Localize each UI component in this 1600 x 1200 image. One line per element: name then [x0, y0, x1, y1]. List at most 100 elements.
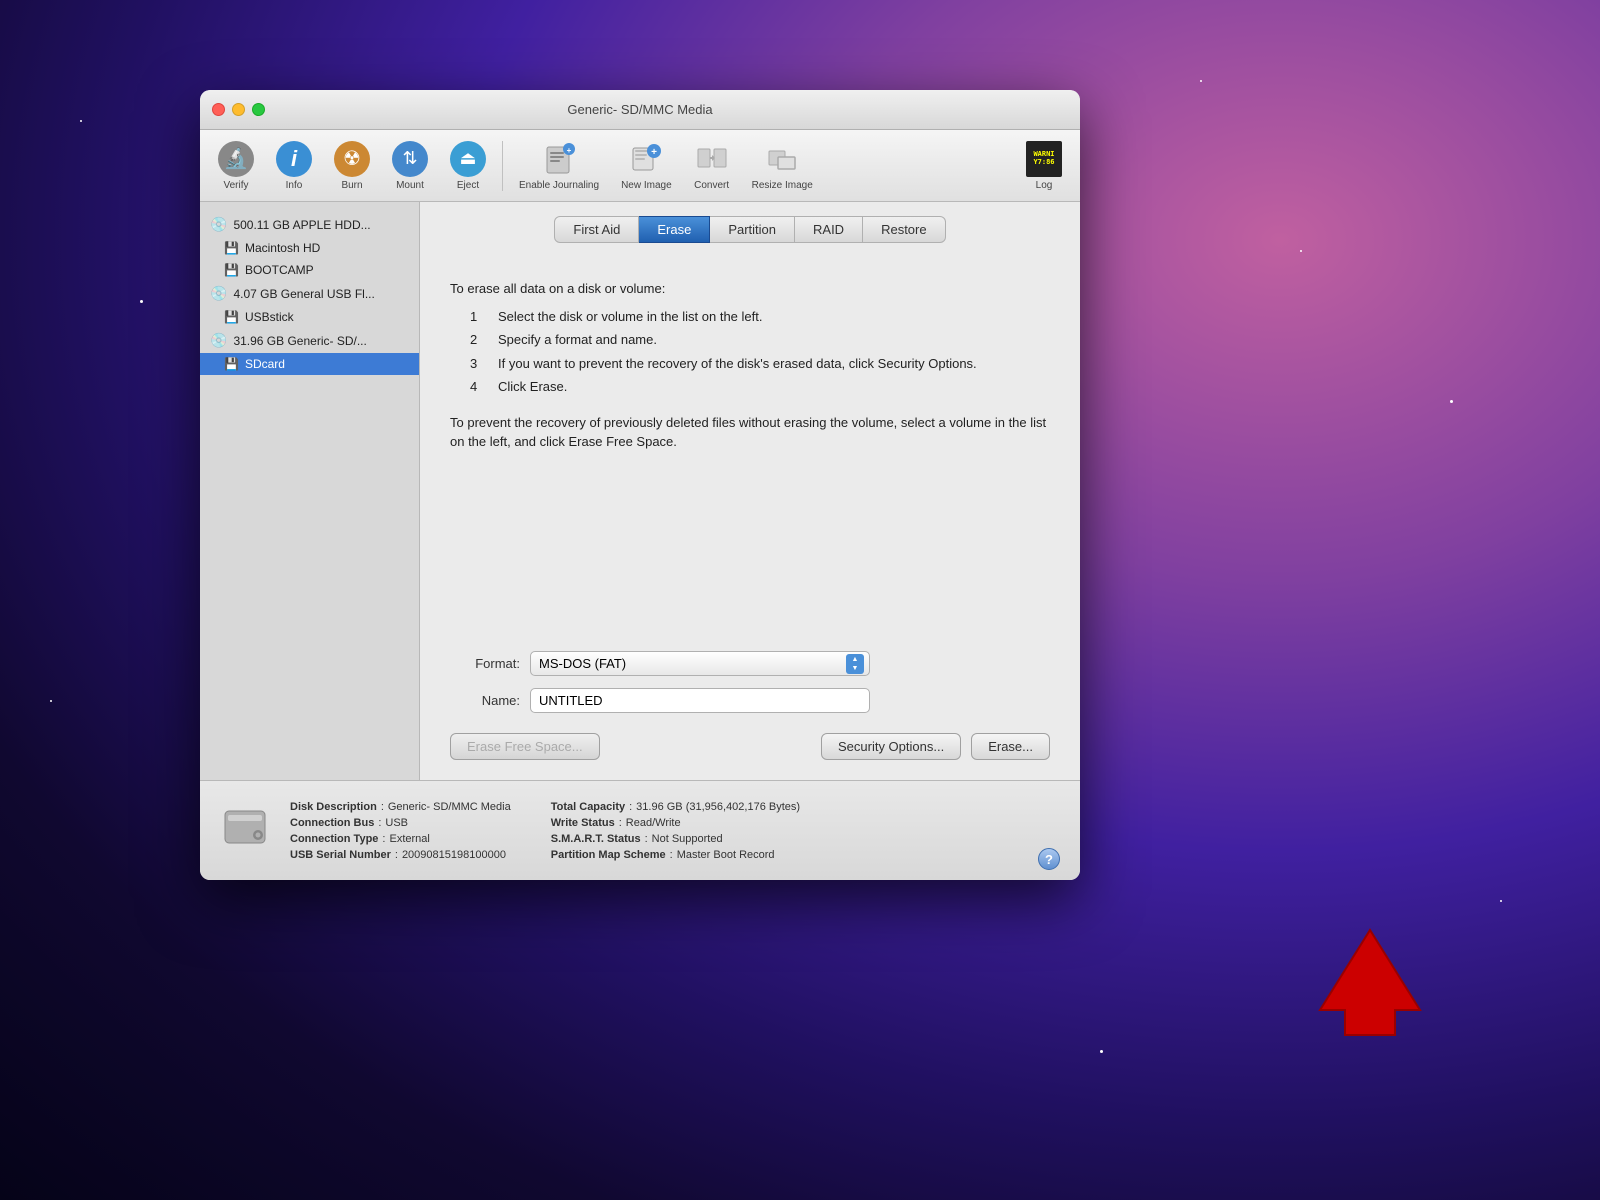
sidebar-item-hdd500[interactable]: 💿 500.11 GB APPLE HDD... — [200, 212, 419, 237]
usbstick-icon: 💾 — [224, 310, 239, 324]
verify-button[interactable]: 🔬 Verify — [210, 137, 262, 195]
instruction-step-4: 4 Click Erase. — [470, 377, 1050, 397]
connection-bus-value: USB — [385, 817, 408, 829]
help-button[interactable]: ? — [1038, 848, 1060, 870]
mount-icon: ⇅ — [392, 141, 428, 177]
connection-type-separator: : — [382, 833, 385, 845]
connection-bus-key: Connection Bus — [290, 817, 374, 829]
tab-first-aid[interactable]: First Aid — [554, 216, 639, 243]
smart-row: S.M.A.R.T. Status : Not Supported — [551, 833, 800, 845]
svg-text:+: + — [651, 147, 657, 158]
bottom-buttons: Erase Free Space... Security Options... … — [420, 723, 1080, 780]
burn-button[interactable]: ☢ Burn — [326, 137, 378, 195]
status-info: Disk Description : Generic- SD/MMC Media… — [290, 801, 1018, 861]
smart-value: Not Supported — [652, 833, 723, 845]
usb-serial-value: 20090815198100000 — [402, 849, 506, 861]
connection-bus-separator: : — [378, 817, 381, 829]
info-button[interactable]: i Info — [268, 137, 320, 195]
enable-journaling-label: Enable Journaling — [519, 180, 599, 191]
partition-map-value: Master Boot Record — [677, 849, 775, 861]
usb4gb-label: 4.07 GB General USB Fl... — [233, 287, 374, 301]
sidebar-item-usb4gb[interactable]: 💿 4.07 GB General USB Fl... — [200, 281, 419, 306]
red-arrow-annotation — [1310, 920, 1430, 1045]
usbstick-label: USBstick — [245, 310, 294, 324]
connection-type-key: Connection Type — [290, 833, 378, 845]
sidebar-item-sdcard32[interactable]: 💿 31.96 GB Generic- SD/... — [200, 328, 419, 353]
name-input[interactable] — [530, 688, 870, 713]
new-image-button[interactable]: + New Image — [613, 137, 680, 195]
burn-label: Burn — [341, 180, 362, 191]
mount-button[interactable]: ⇅ Mount — [384, 137, 436, 195]
smart-key: S.M.A.R.T. Status — [551, 833, 641, 845]
resize-image-button[interactable]: Resize Image — [744, 137, 821, 195]
format-label: Format: — [450, 656, 520, 671]
tab-erase[interactable]: Erase — [639, 216, 710, 243]
step-1-text: Select the disk or volume in the list on… — [498, 307, 762, 327]
svg-text:+: + — [567, 146, 572, 155]
maximize-button[interactable] — [252, 103, 265, 116]
burn-icon: ☢ — [334, 141, 370, 177]
convert-icon — [694, 141, 730, 177]
title-bar: Generic- SD/MMC Media — [200, 90, 1080, 130]
instruction-step-2: 2 Specify a format and name. — [470, 330, 1050, 350]
name-row: Name: — [450, 688, 1050, 713]
security-options-button[interactable]: Security Options... — [821, 733, 961, 760]
macintosh-label: Macintosh HD — [245, 241, 320, 255]
tab-partition[interactable]: Partition — [710, 216, 795, 243]
sidebar-item-bootcamp[interactable]: 💾 BOOTCAMP — [200, 259, 419, 281]
partition-map-row: Partition Map Scheme : Master Boot Recor… — [551, 849, 800, 861]
write-status-row: Write Status : Read/Write — [551, 817, 800, 829]
total-capacity-row: Total Capacity : 31.96 GB (31,956,402,17… — [551, 801, 800, 813]
format-select[interactable]: MS-DOS (FAT) Mac OS Extended (Journaled)… — [530, 651, 870, 676]
sidebar-item-sdcard[interactable]: 💾 SDcard — [200, 353, 419, 375]
convert-label: Convert — [694, 180, 729, 191]
write-status-key: Write Status — [551, 817, 615, 829]
instructions-footer: To prevent the recovery of previously de… — [450, 413, 1050, 452]
sidebar: 💿 500.11 GB APPLE HDD... 💾 Macintosh HD … — [200, 202, 420, 780]
log-button[interactable]: WARNI Y7:86 Log — [1018, 137, 1070, 195]
tab-raid[interactable]: RAID — [795, 216, 863, 243]
toolbar-separator-1 — [502, 141, 503, 191]
erase-free-space-button[interactable]: Erase Free Space... — [450, 733, 600, 760]
eject-label: Eject — [457, 180, 479, 191]
main-panel: First Aid Erase Partition RAID Restore T… — [420, 202, 1080, 780]
usb-serial-separator: : — [395, 849, 398, 861]
smart-separator: : — [645, 833, 648, 845]
erase-instructions: To erase all data on a disk or volume: 1… — [420, 243, 1080, 641]
enable-journaling-button[interactable]: + Enable Journaling — [511, 137, 607, 195]
sdcard-label: SDcard — [245, 357, 285, 371]
write-status-value: Read/Write — [626, 817, 681, 829]
partition-map-key: Partition Map Scheme — [551, 849, 666, 861]
sdcard-icon: 💾 — [224, 357, 239, 371]
step-2-text: Specify a format and name. — [498, 330, 657, 350]
usb-serial-key: USB Serial Number — [290, 849, 391, 861]
instructions-list: 1 Select the disk or volume in the list … — [470, 307, 1050, 397]
window-title: Generic- SD/MMC Media — [567, 102, 712, 117]
status-col-right: Total Capacity : 31.96 GB (31,956,402,17… — [551, 801, 800, 861]
status-col-left: Disk Description : Generic- SD/MMC Media… — [290, 801, 511, 861]
sidebar-item-macintosh[interactable]: 💾 Macintosh HD — [200, 237, 419, 259]
instruction-step-3: 3 If you want to prevent the recovery of… — [470, 354, 1050, 374]
bootcamp-icon: 💾 — [224, 263, 239, 277]
sdcard32-label: 31.96 GB Generic- SD/... — [233, 334, 366, 348]
eject-button[interactable]: ⏏ Eject — [442, 137, 494, 195]
close-button[interactable] — [212, 103, 225, 116]
enable-journaling-icon: + — [541, 141, 577, 177]
connection-bus-row: Connection Bus : USB — [290, 817, 511, 829]
resize-image-icon — [764, 141, 800, 177]
convert-button[interactable]: Convert — [686, 137, 738, 195]
log-text: WARNI Y7:86 — [1033, 151, 1054, 166]
hdd-icon: 💿 — [210, 216, 227, 233]
step-3-text: If you want to prevent the recovery of t… — [498, 354, 977, 374]
minimize-button[interactable] — [232, 103, 245, 116]
tab-restore[interactable]: Restore — [863, 216, 946, 243]
sidebar-item-usbstick[interactable]: 💾 USBstick — [200, 306, 419, 328]
content-area: 💿 500.11 GB APPLE HDD... 💾 Macintosh HD … — [200, 202, 1080, 780]
step-4-text: Click Erase. — [498, 377, 567, 397]
total-capacity-separator: : — [629, 801, 632, 813]
erase-button[interactable]: Erase... — [971, 733, 1050, 760]
status-disk-icon — [220, 801, 270, 861]
tab-bar: First Aid Erase Partition RAID Restore — [420, 202, 1080, 243]
new-image-label: New Image — [621, 180, 672, 191]
sdcard32-icon: 💿 — [210, 332, 227, 349]
